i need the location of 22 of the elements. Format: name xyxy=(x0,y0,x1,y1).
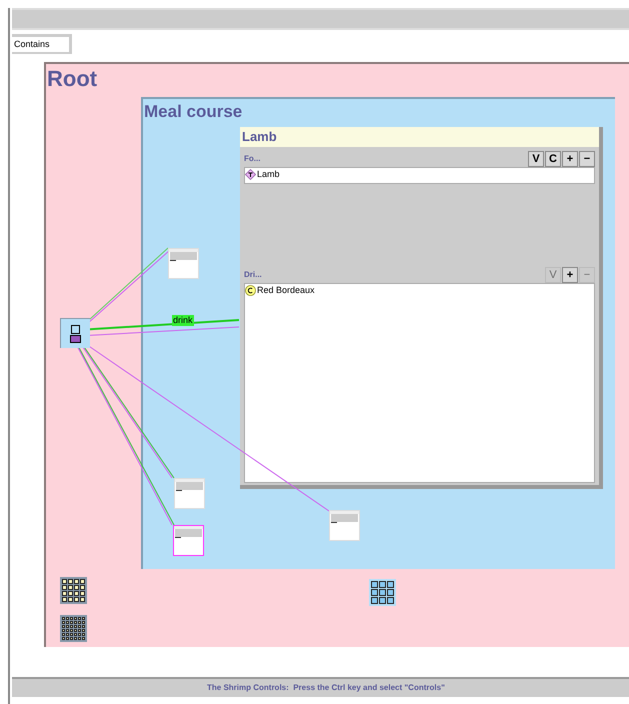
toolbar-button[interactable]: + xyxy=(562,267,578,283)
list-item[interactable]: Red Bordeaux xyxy=(257,286,315,295)
filter-field[interactable]: Contains xyxy=(12,36,69,52)
mini-window-thumbnail[interactable] xyxy=(173,525,204,556)
toolbar-button[interactable]: + xyxy=(562,151,578,167)
circle-c-icon xyxy=(245,285,256,296)
toolbar-button[interactable]: C xyxy=(545,151,561,167)
panel-title: Root xyxy=(47,68,98,90)
grid-icon[interactable] xyxy=(60,577,87,604)
list-item[interactable]: Lamb xyxy=(257,170,280,179)
section-label: Dri... xyxy=(244,269,262,281)
edge-label: drink xyxy=(172,315,194,326)
window-title: Lamb xyxy=(240,127,599,147)
grid-icon[interactable] xyxy=(369,579,396,606)
toolbar-button[interactable]: V xyxy=(528,151,544,167)
toolbar-button[interactable]: − xyxy=(579,151,595,167)
status-text: The Shrimp Controls: Press the Ctrl key and select "Controls" xyxy=(207,682,445,694)
diamond-icon xyxy=(245,169,256,180)
panel-title: Meal course xyxy=(144,103,242,120)
section-label: Fo... xyxy=(244,153,260,165)
node-icon[interactable] xyxy=(60,318,90,348)
grid-icon[interactable] xyxy=(60,615,87,642)
